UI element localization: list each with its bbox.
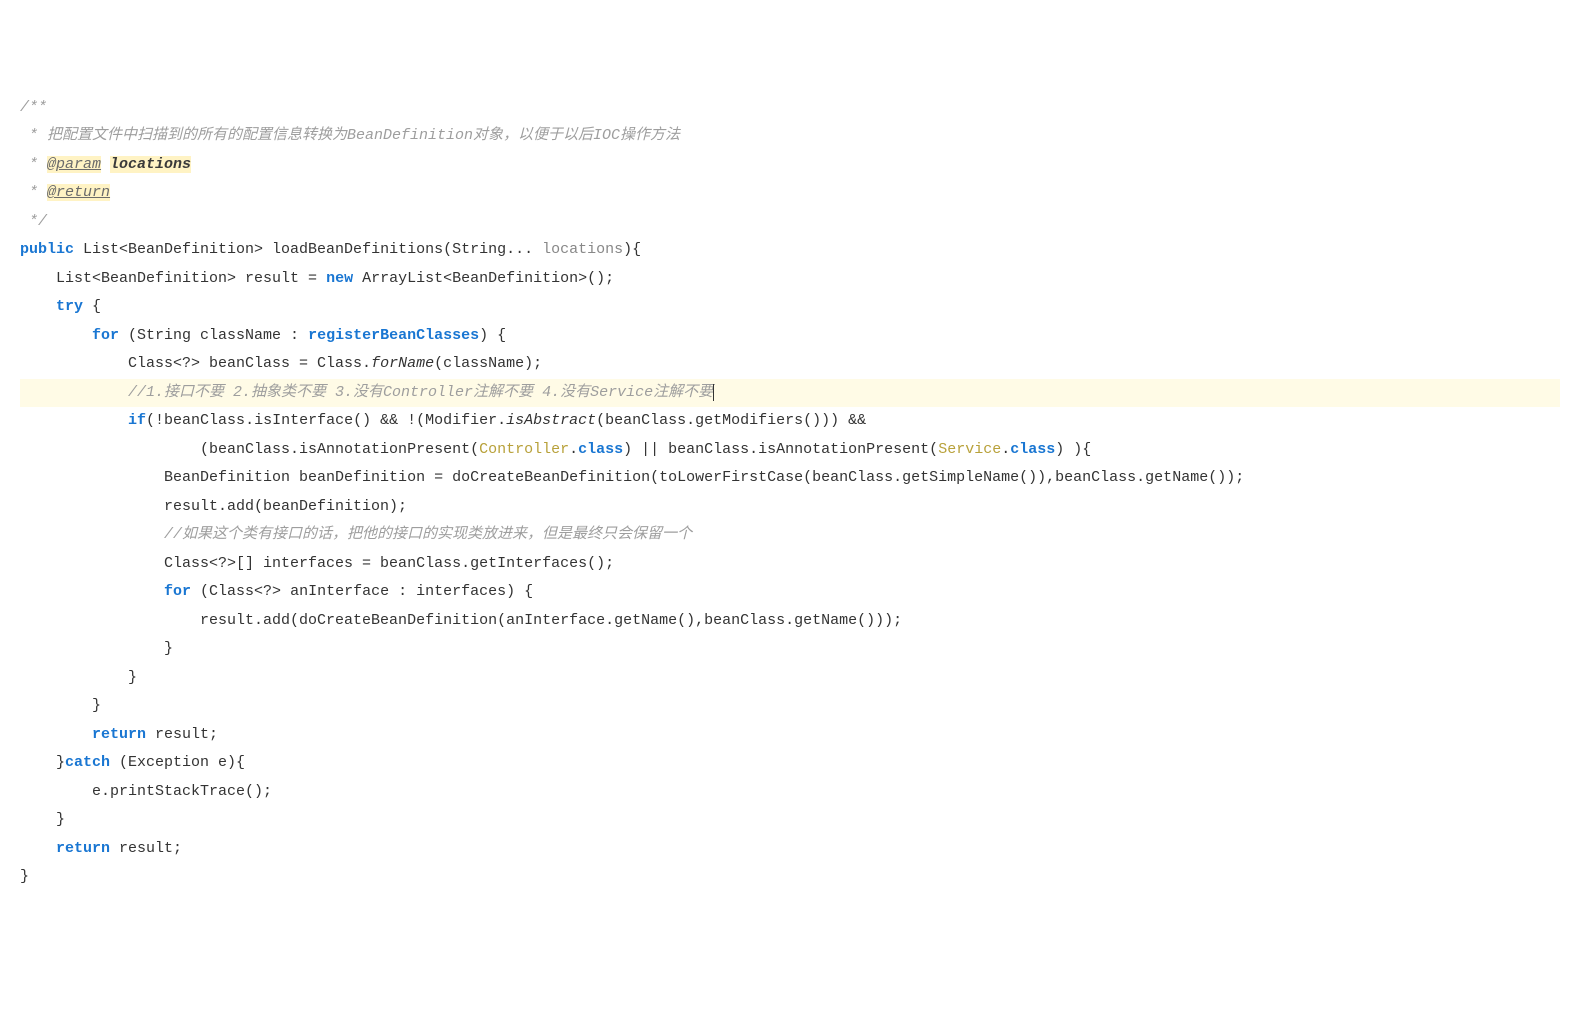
static-method: isAbstract [506,412,596,429]
code-line: BeanDefinition beanDefinition = doCreate… [20,464,1560,493]
text-caret [713,384,714,401]
code-line: } [20,664,1560,693]
code-line: Class<?>[] interfaces = beanClass.getInt… [20,550,1560,579]
code-line: }catch (Exception e){ [20,749,1560,778]
code-line: //如果这个类有接口的话，把他的接口的实现类放进来，但是最终只会保留一个 [20,521,1560,550]
javadoc-desc: 把配置文件中扫描到的所有的配置信息转换为BeanDefinition对象，以便于… [47,127,680,144]
code-line: /** [20,94,1560,123]
code-line: List<BeanDefinition> result = new ArrayL… [20,265,1560,294]
annotation-service: Service [938,441,1001,458]
code-line: } [20,692,1560,721]
code-line: public List<BeanDefinition> loadBeanDefi… [20,236,1560,265]
code-line: * @return [20,179,1560,208]
code-line: try { [20,293,1560,322]
code-line: */ [20,208,1560,237]
field-ref: registerBeanClasses [308,327,479,344]
keyword-return: return [92,726,146,743]
code-line-highlighted: //1.接口不要 2.抽象类不要 3.没有Controller注解不要 4.没有… [20,379,1560,408]
code-line: Class<?> beanClass = Class.forName(class… [20,350,1560,379]
keyword-catch: catch [65,754,110,771]
code-line: (beanClass.isAnnotationPresent(Controlle… [20,436,1560,465]
code-line: for (String className : registerBeanClas… [20,322,1560,351]
keyword-try: try [56,298,83,315]
code-line: return result; [20,835,1560,864]
javadoc-start: /** [20,99,47,116]
annotation-controller: Controller [479,441,569,458]
code-line: for (Class<?> anInterface : interfaces) … [20,578,1560,607]
javadoc-tag-return: @return [47,184,110,201]
method-signature: List<BeanDefinition> loadBeanDefinitions… [74,241,542,258]
javadoc-param-name: locations [110,156,191,173]
static-method: forName [371,355,434,372]
keyword-return: return [56,840,110,857]
line-comment: //1.接口不要 2.抽象类不要 3.没有Controller注解不要 4.没有… [128,384,713,401]
code-line: } [20,806,1560,835]
code-line: } [20,635,1560,664]
keyword-class: class [1010,441,1055,458]
javadoc-star: * [20,127,47,144]
param-name: locations [542,241,623,258]
code-line: result.add(doCreateBeanDefinition(anInte… [20,607,1560,636]
javadoc-star: * [20,184,47,201]
code-line: if(!beanClass.isInterface() && !(Modifie… [20,407,1560,436]
keyword-for: for [164,583,191,600]
keyword-for: for [92,327,119,344]
keyword-if: if [128,412,146,429]
code-line: * @param locations [20,151,1560,180]
keyword-public: public [20,241,74,258]
code-line: * 把配置文件中扫描到的所有的配置信息转换为BeanDefinition对象，以… [20,122,1560,151]
line-comment: //如果这个类有接口的话，把他的接口的实现类放进来，但是最终只会保留一个 [164,526,692,543]
code-editor[interactable]: /** * 把配置文件中扫描到的所有的配置信息转换为BeanDefinition… [20,94,1560,892]
code-line: e.printStackTrace(); [20,778,1560,807]
code-line: } [20,863,1560,892]
code-line: return result; [20,721,1560,750]
javadoc-star: * [20,156,47,173]
keyword-class: class [578,441,623,458]
javadoc-end: */ [20,213,47,230]
javadoc-tag-param: @param [47,156,101,173]
keyword-new: new [326,270,353,287]
code-line: result.add(beanDefinition); [20,493,1560,522]
